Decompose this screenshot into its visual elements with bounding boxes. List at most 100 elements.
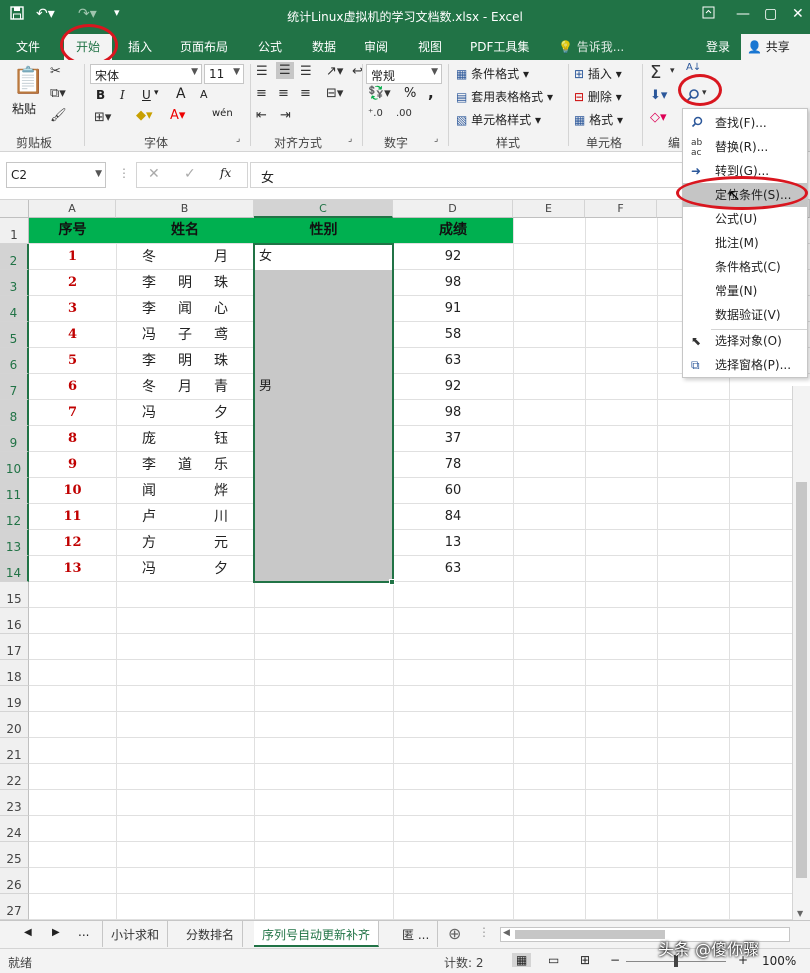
column-header-e[interactable]: E (513, 200, 585, 218)
sheet-next-icon[interactable]: ▶ (52, 927, 60, 938)
column-header-a[interactable]: A (29, 200, 116, 218)
format-cells-button[interactable]: ▦ 格式 ▾ (574, 111, 623, 128)
row-header-24[interactable]: 24 (0, 816, 29, 842)
page-break-view-icon[interactable]: ⊞ (580, 953, 590, 967)
row-header-19[interactable]: 19 (0, 686, 29, 712)
row-header-21[interactable]: 21 (0, 738, 29, 764)
border-icon[interactable]: ⊞▾ (94, 110, 111, 125)
select-all-corner[interactable] (0, 200, 29, 218)
header-seq[interactable]: 序号 (29, 218, 116, 243)
cell-score[interactable]: 98 (393, 400, 513, 426)
clear-icon[interactable]: ◇▾ (650, 110, 667, 125)
confirm-entry-icon[interactable]: ✓ (184, 166, 196, 182)
tab-review[interactable]: 审阅 (364, 38, 388, 55)
fill-icon[interactable]: ⬇▾ (650, 88, 667, 103)
header-score[interactable]: 成绩 (393, 218, 513, 243)
cancel-entry-icon[interactable]: ✕ (148, 166, 160, 182)
cell-gender[interactable] (255, 478, 392, 504)
cell-seq[interactable]: 5 (29, 348, 116, 374)
tab-split-icon[interactable]: ⋮ (478, 925, 490, 939)
row-header-11[interactable]: 11 (0, 478, 29, 504)
cell-name[interactable]: 闻烨 (116, 478, 254, 504)
font-color-icon[interactable]: A▾ (170, 108, 185, 123)
merge-center-icon[interactable]: ⊟▾ (326, 86, 343, 101)
cell-gender[interactable] (255, 530, 392, 556)
ribbon-display-icon[interactable] (702, 6, 715, 23)
share-button[interactable]: 👤 共享 (741, 34, 810, 60)
cell-gender[interactable] (255, 452, 392, 478)
dialog-launcher-icon[interactable]: ⌟ (348, 134, 352, 144)
cell-gender[interactable]: 男 (255, 374, 392, 400)
cell-seq[interactable]: 1 (29, 244, 116, 270)
tab-pdf[interactable]: PDF工具集 (470, 38, 529, 55)
italic-button[interactable]: I (120, 88, 125, 102)
paste-button[interactable]: 粘贴 (12, 100, 36, 117)
align-right-icon[interactable]: ≡ (300, 86, 311, 101)
menu-item-replace[interactable]: ab ac 替换(R)... (683, 135, 807, 159)
menu-item-data-validation[interactable]: 数据验证(V) (683, 303, 807, 327)
cell-name[interactable]: 卢川 (116, 504, 254, 530)
menu-item-conditional-format[interactable]: 条件格式(C) (683, 255, 807, 279)
row-header-6[interactable]: 6 (0, 348, 29, 374)
tab-file[interactable]: 文件 (16, 38, 40, 55)
bold-button[interactable]: B (96, 88, 105, 102)
row-header-18[interactable]: 18 (0, 660, 29, 686)
tab-insert[interactable]: 插入 (128, 38, 152, 55)
vertical-scroll-thumb[interactable] (796, 482, 807, 878)
add-sheet-button[interactable]: ⊕ (448, 924, 461, 943)
scroll-down-icon[interactable]: ▼ (797, 909, 803, 918)
decrease-decimal-icon[interactable]: .00 (396, 108, 412, 119)
menu-item-selection-pane[interactable]: ⧉ 选择窗格(P)... (683, 353, 807, 377)
row-header-12[interactable]: 12 (0, 504, 29, 530)
cell-score[interactable]: 13 (393, 530, 513, 556)
cell-name[interactable]: 李闻心 (116, 296, 254, 322)
underline-button[interactable]: U (142, 88, 151, 102)
paste-icon[interactable]: 📋 (12, 66, 44, 96)
decrease-indent-icon[interactable]: ⇤ (256, 108, 267, 123)
cell-seq[interactable]: 6 (29, 374, 116, 400)
font-size-combo[interactable]: 11 ▼ (204, 64, 244, 84)
cell-gender[interactable] (255, 348, 392, 374)
format-painter-icon[interactable]: 🖌 (50, 108, 67, 123)
cell-gender[interactable] (255, 296, 392, 322)
row-header-7[interactable]: 7 (0, 374, 29, 400)
autosum-icon[interactable]: Σ (650, 62, 661, 83)
cell-score[interactable]: 37 (393, 426, 513, 452)
font-name-combo[interactable]: 宋体 ▼ (90, 64, 202, 84)
cell-seq[interactable]: 9 (29, 452, 116, 478)
minimize-icon[interactable]: — (736, 6, 750, 22)
cell-seq[interactable]: 2 (29, 270, 116, 296)
menu-item-constants[interactable]: 常量(N) (683, 279, 807, 303)
cell-score[interactable]: 78 (393, 452, 513, 478)
cell-seq[interactable]: 10 (29, 478, 116, 504)
comma-button[interactable]: , (428, 84, 434, 102)
cell-score[interactable]: 91 (393, 296, 513, 322)
tab-page-layout[interactable]: 页面布局 (180, 38, 228, 55)
cell-name[interactable]: 冯夕 (116, 400, 254, 426)
tab-view[interactable]: 视图 (418, 38, 442, 55)
cell-seq[interactable]: 13 (29, 556, 116, 582)
shrink-font-button[interactable]: A (200, 88, 208, 101)
sheet-tab-subtotal[interactable]: 小计求和 (102, 921, 169, 947)
cell-seq[interactable]: 4 (29, 322, 116, 348)
percent-button[interactable]: % (404, 86, 416, 101)
row-header-26[interactable]: 26 (0, 868, 29, 894)
cell-gender[interactable] (255, 322, 392, 348)
row-header-17[interactable]: 17 (0, 634, 29, 660)
cell-score[interactable]: 60 (393, 478, 513, 504)
grow-font-button[interactable]: A (176, 86, 186, 102)
cell-name[interactable]: 李道乐 (116, 452, 254, 478)
cell-name[interactable]: 李明珠 (116, 348, 254, 374)
row-header-4[interactable]: 4 (0, 296, 29, 322)
tab-data[interactable]: 数据 (312, 38, 336, 55)
underline-dropdown-icon[interactable]: ▾ (154, 88, 159, 98)
zoom-out-icon[interactable]: − (610, 953, 620, 967)
sheet-tab-more[interactable]: 匿 ... (394, 921, 439, 947)
sheet-prev-icon[interactable]: ◀ (24, 927, 32, 938)
tab-formulas[interactable]: 公式 (258, 38, 282, 55)
cell-seq[interactable]: 8 (29, 426, 116, 452)
close-icon[interactable]: ✕ (792, 6, 804, 22)
align-center-icon[interactable]: ≡ (278, 86, 289, 101)
increase-indent-icon[interactable]: ⇥ (280, 108, 291, 123)
cell-name[interactable]: 方元 (116, 530, 254, 556)
